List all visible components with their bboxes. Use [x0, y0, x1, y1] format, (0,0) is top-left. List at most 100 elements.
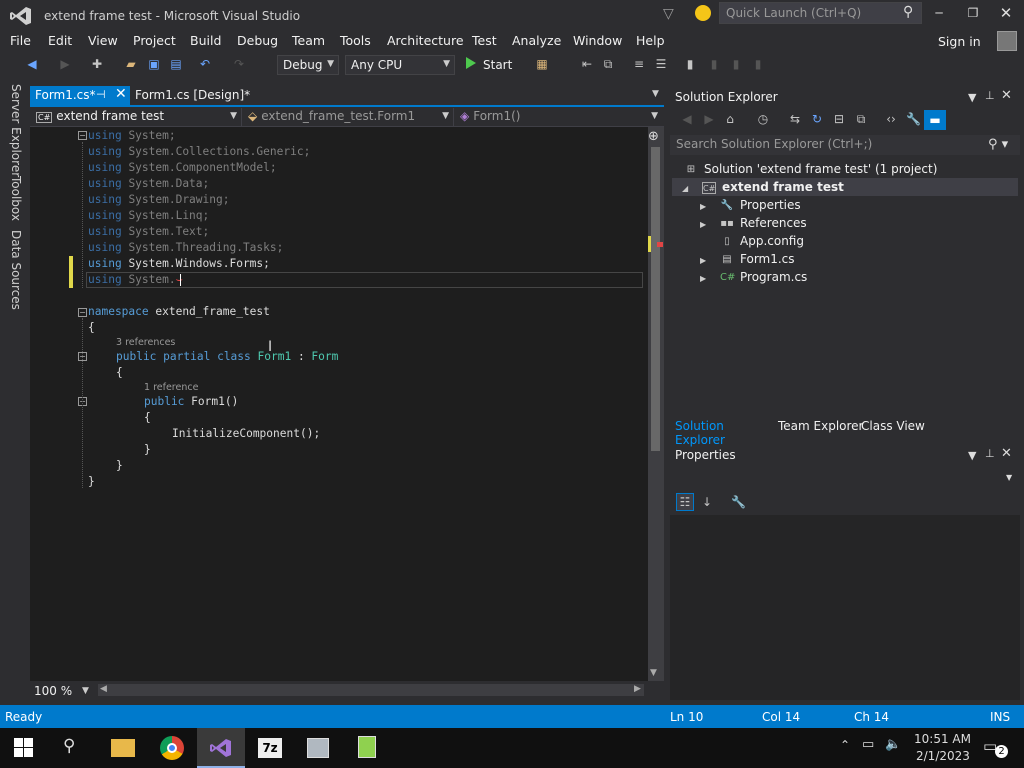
categorized-icon[interactable]: ☷: [676, 493, 694, 511]
attach-icon[interactable]: ▦: [535, 57, 549, 71]
wrench-icon[interactable]: 🔧: [906, 112, 921, 126]
menu-edit[interactable]: Edit: [48, 33, 72, 48]
7zip-taskbar-button[interactable]: 7z: [246, 728, 294, 768]
forward-icon[interactable]: ▶: [702, 112, 716, 126]
search-icon[interactable]: ⚲: [903, 4, 913, 20]
menu-test[interactable]: Test: [472, 33, 497, 48]
alphabetical-icon[interactable]: ↓: [700, 495, 714, 509]
start-button[interactable]: Start: [483, 58, 512, 72]
collapsed-arrow-icon[interactable]: ▶: [700, 256, 706, 265]
editor-horizontal-scrollbar[interactable]: [98, 684, 644, 696]
notepad-taskbar-button[interactable]: [344, 728, 392, 768]
tree-item-form1-cs[interactable]: Form1.cs: [740, 252, 795, 266]
redo-icon[interactable]: ↷: [232, 57, 246, 71]
close-icon[interactable]: ✕: [1001, 446, 1012, 461]
close-tab-icon[interactable]: ✕: [115, 86, 127, 102]
tree-item-solution[interactable]: Solution 'extend frame test' (1 project): [704, 162, 937, 176]
tree-item-app-config[interactable]: App.config: [740, 234, 804, 248]
pin-icon[interactable]: ⊥: [985, 89, 995, 102]
search-icon[interactable]: ⚲: [63, 736, 75, 756]
menu-analyze[interactable]: Analyze: [512, 33, 561, 48]
save-all-icon[interactable]: ▤: [169, 57, 183, 71]
zoom-level[interactable]: 100 %: [34, 684, 72, 698]
save-icon[interactable]: ▣: [147, 57, 161, 71]
properties-grid[interactable]: [670, 515, 1020, 700]
sync-icon[interactable]: ⇆: [788, 112, 802, 126]
class-nav-dropdown[interactable]: ⬙ extend_frame_test.Form1 ▼: [244, 108, 454, 126]
chevron-up-icon[interactable]: ⌃: [840, 738, 850, 752]
bookmark-clear-icon[interactable]: ▮: [751, 57, 765, 71]
undo-icon[interactable]: ↶: [198, 57, 212, 71]
scroll-right-icon[interactable]: ▶: [634, 684, 641, 694]
collapse-all-icon[interactable]: ⊟: [832, 112, 846, 126]
tab-solution-explorer[interactable]: Solution Explorer: [670, 416, 770, 447]
expanded-arrow-icon[interactable]: ◢: [682, 184, 688, 193]
volume-icon[interactable]: 🔈: [885, 737, 901, 752]
collapsed-arrow-icon[interactable]: ▶: [700, 202, 706, 211]
pin-icon[interactable]: ⊣: [96, 88, 106, 101]
step-icon[interactable]: ⇤: [580, 57, 594, 71]
split-editor-icon[interactable]: ⊕: [648, 129, 659, 144]
quick-launch-input[interactable]: Quick Launch (Ctrl+Q): [719, 2, 922, 24]
panel-options-icon[interactable]: ▼: [968, 91, 976, 104]
project-nav-dropdown[interactable]: C# extend frame test ▼: [32, 108, 242, 126]
menu-tools[interactable]: Tools: [340, 33, 371, 48]
windows-start-icon[interactable]: [14, 738, 33, 757]
close-icon[interactable]: ✕: [1001, 88, 1012, 103]
show-all-files-icon[interactable]: ⧉: [854, 112, 868, 126]
refresh-icon[interactable]: ↻: [810, 112, 824, 126]
back-icon[interactable]: ◀: [25, 57, 39, 71]
history-icon[interactable]: ◷: [756, 112, 770, 126]
file-explorer-taskbar-button[interactable]: [99, 728, 147, 768]
home-icon[interactable]: ⌂: [723, 112, 737, 126]
tree-item-program-cs[interactable]: Program.cs: [740, 270, 807, 284]
scrollbar-thumb[interactable]: [651, 147, 660, 451]
menu-help[interactable]: Help: [636, 33, 665, 48]
bookmark-prev-icon[interactable]: ▮: [707, 57, 721, 71]
filter-icon[interactable]: ▽: [663, 6, 674, 22]
solution-explorer-search-input[interactable]: Search Solution Explorer (Ctrl+;): [670, 135, 1020, 155]
chrome-taskbar-button[interactable]: [148, 728, 196, 768]
preview-selected-icon[interactable]: ▬: [924, 110, 946, 130]
scroll-down-icon[interactable]: ▼: [650, 668, 657, 678]
comment-icon[interactable]: ≡: [632, 57, 646, 71]
tree-item-project[interactable]: extend frame test: [722, 180, 844, 194]
sign-in-link[interactable]: Sign in: [938, 34, 981, 49]
server-explorer-tab[interactable]: Server Explorer: [9, 84, 23, 177]
member-nav-dropdown[interactable]: ◈ Form1() ▼: [456, 108, 662, 126]
panel-options-icon[interactable]: ▼: [968, 449, 976, 462]
visual-studio-taskbar-button[interactable]: [197, 728, 245, 768]
fold-toggle-icon[interactable]: −: [78, 131, 87, 140]
chevron-down-icon[interactable]: ▼: [1006, 473, 1012, 482]
codelens-references[interactable]: 1 reference: [144, 382, 198, 393]
restore-button[interactable]: ❐: [965, 6, 981, 20]
new-project-icon[interactable]: ✚: [90, 57, 104, 71]
platform-dropdown[interactable]: Any CPU ▼: [345, 55, 455, 75]
menu-build[interactable]: Build: [190, 33, 221, 48]
view-code-icon[interactable]: ‹›: [884, 112, 898, 126]
clock-time[interactable]: 10:51 AM: [914, 732, 971, 746]
menu-view[interactable]: View: [88, 33, 118, 48]
collapsed-arrow-icon[interactable]: ▶: [700, 274, 706, 283]
collapsed-arrow-icon[interactable]: ▶: [700, 220, 706, 229]
data-sources-tab[interactable]: Data Sources: [9, 230, 23, 310]
menu-team[interactable]: Team: [292, 33, 325, 48]
properties-object-dropdown[interactable]: [670, 468, 1020, 488]
menu-debug[interactable]: Debug: [237, 33, 278, 48]
bookmark-icon[interactable]: ▮: [683, 57, 697, 71]
fold-toggle-icon[interactable]: −: [78, 308, 87, 317]
tab-list-dropdown-icon[interactable]: ▼: [652, 89, 659, 99]
scroll-left-icon[interactable]: ◀: [100, 684, 107, 694]
tree-item-properties[interactable]: Properties: [740, 198, 801, 212]
tab-team-explorer[interactable]: Team Explorer: [778, 419, 864, 433]
back-icon[interactable]: ◀: [680, 112, 694, 126]
open-folder-icon[interactable]: ▰: [124, 57, 138, 71]
forward-icon[interactable]: ▶: [58, 57, 72, 71]
layout-icon[interactable]: ⧉: [601, 57, 615, 71]
close-window-button[interactable]: ✕: [998, 4, 1014, 22]
app-taskbar-button[interactable]: [295, 728, 343, 768]
wrench-icon[interactable]: 🔧: [731, 495, 746, 509]
menu-file[interactable]: File: [10, 33, 31, 48]
uncomment-icon[interactable]: ☰: [654, 57, 668, 71]
minimize-button[interactable]: ─: [931, 6, 947, 20]
